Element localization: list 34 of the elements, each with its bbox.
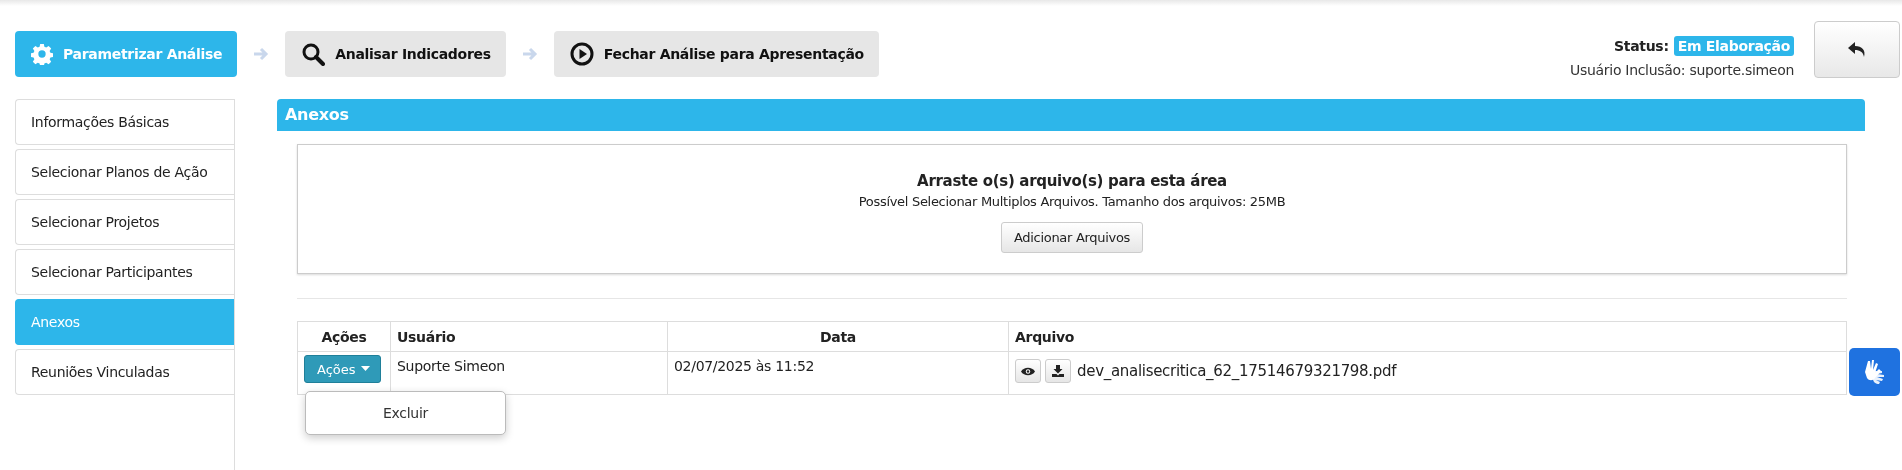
file-name[interactable]: dev_analisecritica_62_17514679321798.pdf <box>1077 362 1397 380</box>
add-files-button[interactable]: Adicionar Arquivos <box>1000 222 1144 253</box>
sidebar-item[interactable]: Selecionar Planos de Ação <box>15 149 234 195</box>
view-button[interactable] <box>1015 359 1041 383</box>
download-button[interactable] <box>1045 359 1071 383</box>
sidebar-item[interactable]: Informações Básicas <box>15 99 234 145</box>
column-header: Ações <box>297 321 391 352</box>
sidebar-item[interactable]: Selecionar Projetos <box>15 199 234 245</box>
drop-zone-hint: Possível Selecionar Multiplos Arquivos. Tamanho dos arquivos: 25MB <box>858 194 1286 209</box>
drop-zone[interactable]: Arraste o(s) arquivo(s) para esta área Possível Selecionar Multiplos Arquivos. Tamanho dos arquivos: 25MB Adicionar Arquivos <box>297 144 1847 274</box>
menu-item[interactable]: Excluir <box>306 398 505 428</box>
user-info: Usuário Inclusão: suporte.simeon <box>1570 62 1794 78</box>
status-label: Status: <box>1614 38 1669 54</box>
eye-icon <box>1021 366 1035 376</box>
column-header: Arquivo <box>1008 321 1847 352</box>
column-header: Usuário <box>390 321 668 352</box>
column-header: Data <box>667 321 1009 352</box>
caret-icon <box>360 366 370 372</box>
panel-header: Anexos <box>277 99 1865 131</box>
arrow-icon <box>253 47 270 61</box>
step-button[interactable]: Fechar Análise para Apresentação <box>553 31 879 77</box>
table-cell: 02/07/2025 às 11:52 <box>667 351 1009 395</box>
sidebar-item[interactable]: Selecionar Participantes <box>15 249 234 295</box>
search-icon <box>301 42 326 66</box>
sidebar-item[interactable]: Reuniões Vinculadas <box>15 349 234 395</box>
gear-icon <box>31 43 53 65</box>
step-button[interactable]: Analisar Indicadores <box>285 31 506 77</box>
arrow-icon <box>521 47 538 61</box>
reply-icon <box>1847 40 1867 59</box>
play-icon <box>569 42 594 66</box>
download-icon <box>1052 365 1064 377</box>
status-badge: Em Elaboração <box>1673 36 1794 56</box>
sign-language-button[interactable] <box>1849 348 1900 396</box>
drop-zone-title: Arraste o(s) arquivo(s) para esta área <box>917 172 1227 190</box>
